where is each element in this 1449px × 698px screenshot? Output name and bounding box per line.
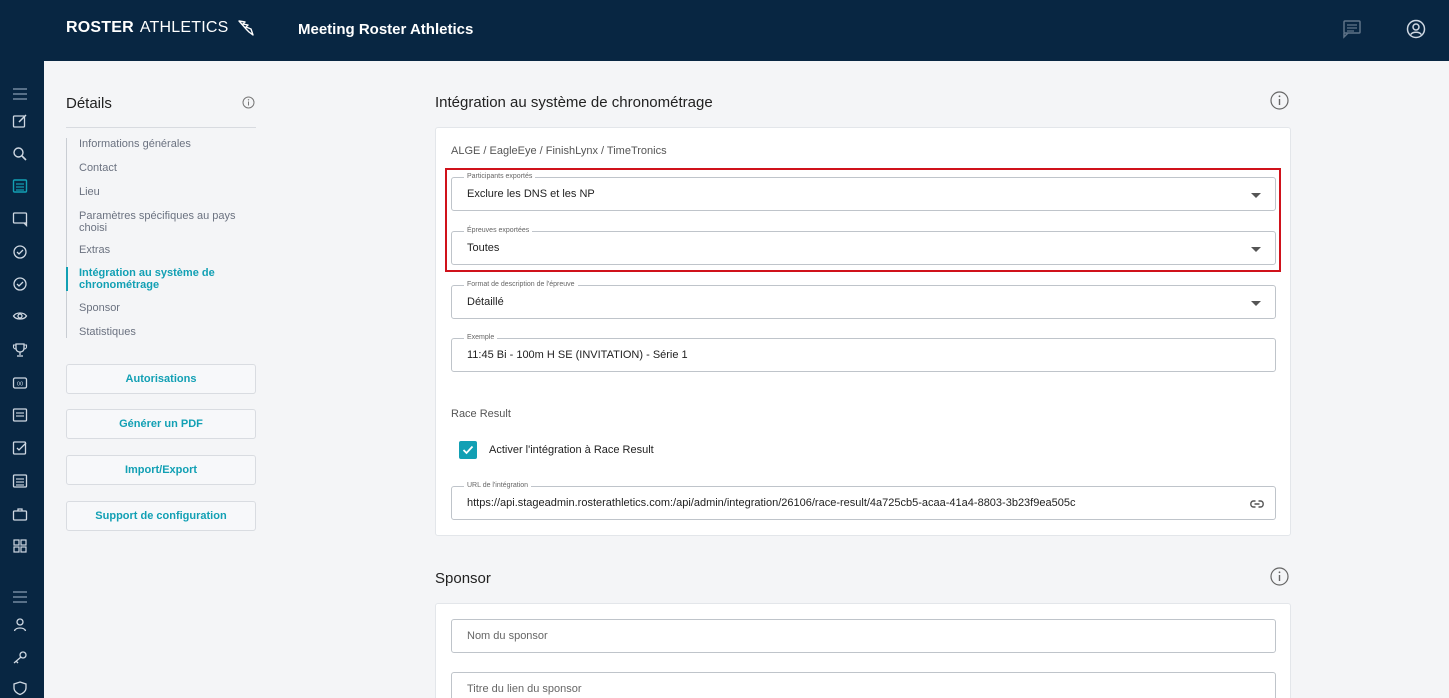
info-icon[interactable] (1270, 567, 1289, 591)
check-circle-icon[interactable] (11, 243, 29, 261)
highlight-box (445, 168, 1281, 272)
nav-item-general-info[interactable]: Informations générales (67, 138, 256, 150)
details-nav: Informations générales Contact Lieu Para… (66, 138, 256, 338)
integration-url-label: URL de l'intégration (464, 481, 532, 491)
divider (66, 127, 256, 128)
app-title: Meeting Roster Athletics (298, 21, 474, 38)
integration-url-field[interactable]: URL de l'intégration https://api.stagead… (451, 481, 1276, 520)
edit-icon[interactable] (11, 112, 29, 130)
permissions-button[interactable]: Autorisations (66, 364, 256, 394)
grid-icon[interactable] (11, 537, 29, 555)
details-title: Détails (66, 95, 112, 112)
sponsor-section-title: Sponsor (435, 570, 491, 587)
generate-pdf-button[interactable]: Générer un PDF (66, 409, 256, 439)
nav-item-country-settings[interactable]: Paramètres spécifiques au pays choisi (67, 210, 256, 234)
sponsor-link-title-placeholder: Titre du lien du sponsor (467, 683, 582, 695)
person-icon[interactable] (11, 616, 29, 634)
chat-icon[interactable] (1342, 19, 1362, 44)
description-format-select[interactable]: Format de description de l'épreuve Détai… (451, 280, 1276, 319)
brand-logo[interactable]: ROSTER ATHLETICS (66, 19, 255, 37)
briefcase-icon[interactable] (11, 505, 29, 523)
list-icon[interactable] (11, 472, 29, 490)
example-value: 11:45 Bi - 100m H SE (INVITATION) - Séri… (467, 349, 688, 361)
nav-item-contact[interactable]: Contact (67, 162, 256, 174)
scoreboard-icon[interactable]: 00 (11, 374, 29, 392)
example-label: Exemple (464, 333, 498, 343)
checkmark-icon (462, 445, 474, 455)
check-circle-icon[interactable] (11, 275, 29, 293)
nav-item-statistics[interactable]: Statistiques (67, 326, 256, 338)
checkbox-icon[interactable] (11, 439, 29, 457)
winged-shoe-icon (237, 20, 254, 36)
key-icon[interactable] (11, 648, 29, 666)
sponsor-name-input[interactable]: Nom du sponsor (451, 619, 1276, 653)
race-result-checkbox-label[interactable]: Activer l'intégration à Race Result (489, 444, 654, 456)
nav-item-extras[interactable]: Extras (67, 244, 256, 256)
nav-item-venue[interactable]: Lieu (67, 186, 256, 198)
shield-icon[interactable] (11, 679, 29, 697)
race-result-checkbox[interactable] (459, 441, 477, 459)
brand-bold: ROSTER (66, 19, 134, 36)
brand-light: ATHLETICS (139, 19, 229, 36)
menu-icon[interactable] (11, 588, 29, 606)
list-icon[interactable] (11, 177, 29, 195)
info-icon[interactable] (242, 96, 255, 114)
dropdown-arrow-icon[interactable] (1251, 301, 1261, 306)
timing-section-title: Intégration au système de chronométrage (435, 94, 713, 111)
timing-systems-label: ALGE / EagleEye / FinishLynx / TimeTroni… (451, 145, 667, 157)
description-format-label: Format de description de l'épreuve (464, 280, 578, 290)
nav-item-sponsor[interactable]: Sponsor (67, 302, 256, 314)
svg-text:00: 00 (17, 382, 23, 388)
message-icon[interactable] (11, 210, 29, 228)
top-bar: ROSTER ATHLETICS Meeting Roster Athletic… (0, 0, 1449, 61)
left-rail: 00 (0, 61, 44, 698)
nav-item-timing-integration[interactable]: Intégration au système de chronométrage (66, 267, 256, 291)
description-format-value: Détaillé (467, 296, 504, 308)
eye-icon[interactable] (11, 307, 29, 325)
search-icon[interactable] (11, 145, 29, 163)
config-support-button[interactable]: Support de configuration (66, 501, 256, 531)
import-export-button[interactable]: Import/Export (66, 455, 256, 485)
document-icon[interactable] (11, 406, 29, 424)
info-icon[interactable] (1270, 91, 1289, 115)
trophy-icon[interactable] (11, 341, 29, 359)
sponsor-name-placeholder: Nom du sponsor (467, 630, 548, 642)
sponsor-link-title-input[interactable]: Titre du lien du sponsor (451, 672, 1276, 698)
example-field: Exemple 11:45 Bi - 100m H SE (INVITATION… (451, 333, 1276, 372)
link-icon[interactable] (1249, 496, 1265, 517)
menu-icon[interactable] (11, 85, 29, 103)
integration-url-value: https://api.stageadmin.rosterathletics.c… (467, 497, 1076, 509)
account-icon[interactable] (1406, 19, 1426, 44)
race-result-label: Race Result (451, 408, 511, 420)
